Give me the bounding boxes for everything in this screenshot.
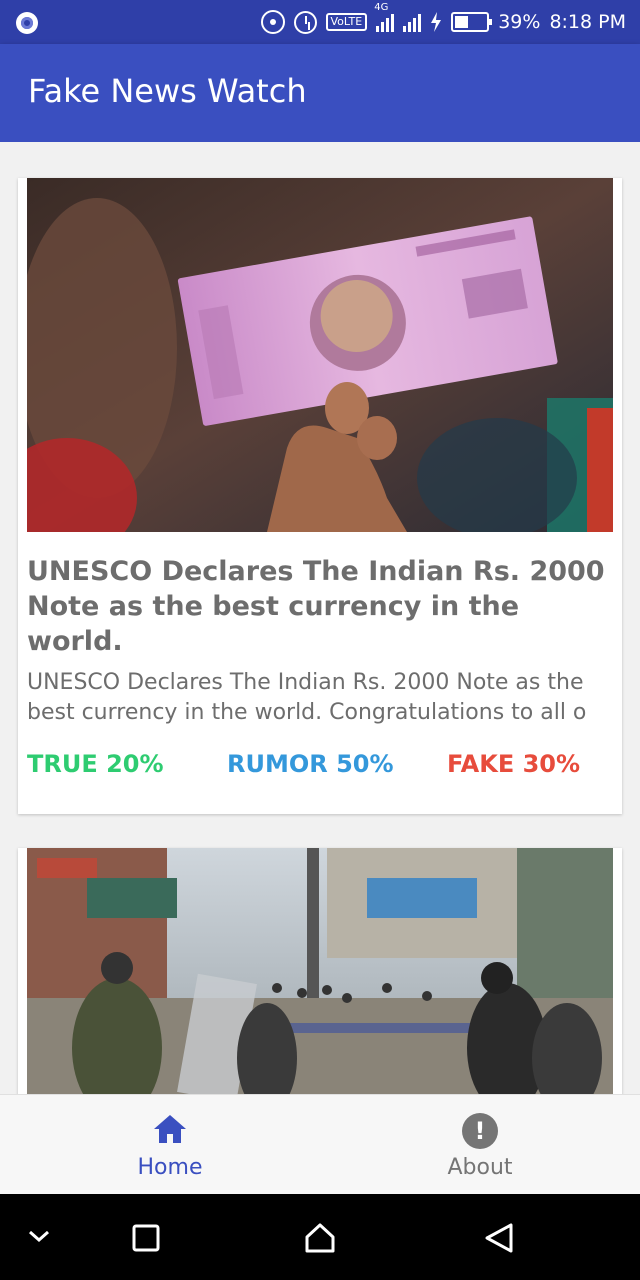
info-icon: ! <box>462 1113 498 1149</box>
news-verdict-stats: TRUE 20% RUMOR 50% FAKE 30% <box>27 750 613 784</box>
news-image[interactable] <box>27 848 613 1094</box>
back-icon[interactable] <box>484 1222 514 1258</box>
fake-percentage: FAKE 30% <box>447 750 581 778</box>
nav-about[interactable]: ! About <box>320 1095 640 1195</box>
signal-icon: 4G <box>374 2 395 34</box>
chevron-down-icon[interactable] <box>26 1226 52 1250</box>
recents-icon[interactable] <box>132 1224 160 1256</box>
nav-home[interactable]: Home <box>10 1095 330 1195</box>
news-card[interactable] <box>18 848 622 1094</box>
app-bar: Fake News Watch <box>0 44 640 142</box>
true-percentage: TRUE 20% <box>27 750 164 778</box>
status-bar: VoLTE 4G 39% 8:18 PM <box>0 0 640 44</box>
news-image[interactable] <box>27 178 613 532</box>
clock: 8:18 PM <box>549 11 626 33</box>
news-description: UNESCO Declares The Indian Rs. 2000 Note… <box>27 670 587 725</box>
news-card[interactable]: UNESCO Declares The Indian Rs. 2000 Note… <box>18 178 622 814</box>
news-headline[interactable]: UNESCO Declares The Indian Rs. 2000 Note… <box>27 554 613 659</box>
notification-icon <box>16 12 38 34</box>
signal-2-icon <box>403 10 422 34</box>
nav-home-label: Home <box>137 1155 203 1180</box>
alarm-icon <box>293 10 317 34</box>
battery-percent: 39% <box>498 11 541 33</box>
home-button-icon[interactable] <box>304 1222 336 1258</box>
status-icons: VoLTE 4G 39% 8:18 PM <box>260 2 626 35</box>
home-icon <box>152 1113 188 1149</box>
nav-about-label: About <box>447 1155 513 1180</box>
hotspot-icon <box>260 10 285 34</box>
bottom-navigation: Home ! About <box>0 1094 640 1194</box>
charging-icon <box>430 10 442 34</box>
rumor-percentage: RUMOR 50% <box>227 750 394 778</box>
news-feed[interactable]: UNESCO Declares The Indian Rs. 2000 Note… <box>0 142 640 1094</box>
system-navigation-bar <box>0 1194 640 1280</box>
volte-icon: VoLTE <box>325 13 368 31</box>
app-title: Fake News Watch <box>28 72 307 110</box>
network-type: 4G <box>374 2 389 13</box>
battery-icon <box>451 12 493 32</box>
